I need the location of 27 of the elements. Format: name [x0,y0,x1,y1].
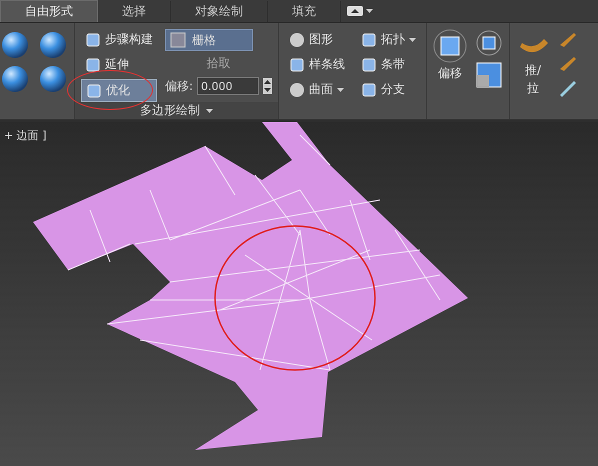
sphere-icon [289,32,306,48]
tool-button[interactable]: 条带 [357,54,420,75]
group-label: 多边形绘制 [140,102,200,119]
tool-button[interactable]: 延伸 [81,54,157,75]
tool-button[interactable]: 图形 [285,29,350,50]
caret-icon [206,108,214,112]
ribbon-tab[interactable]: 对象绘制 [171,1,268,22]
offset-label: 偏移: [165,78,194,94]
tool-button[interactable]: 样条线 [285,54,350,75]
minimize-button[interactable] [347,3,373,19]
push-pull-button[interactable]: 推/拉 [516,29,550,119]
grid-icon [170,32,186,48]
tool-button[interactable]: 拓扑 [357,29,420,50]
offset-button[interactable]: 偏移 [433,29,468,119]
viewport-label: + 边面 ] [4,128,47,143]
caret-icon [366,9,373,13]
tool-button[interactable]: 分支 [357,79,420,100]
grid-dropdown[interactable]: 栅格 [165,29,253,51]
tool-button[interactable]: 步骤构建 [81,29,157,50]
ribbon-tab[interactable]: 自由形式 [0,0,98,22]
offset-field[interactable]: 0.000 [197,77,260,95]
square-icon[interactable] [475,61,504,89]
pick-button[interactable]: 拾取 [165,55,272,73]
spinner-icon[interactable] [263,78,272,94]
ribbon-tab[interactable]: 填充 [268,1,341,22]
ribbon-tab[interactable]: 选择 [98,1,171,22]
tool-button[interactable]: 曲面 [285,79,350,100]
